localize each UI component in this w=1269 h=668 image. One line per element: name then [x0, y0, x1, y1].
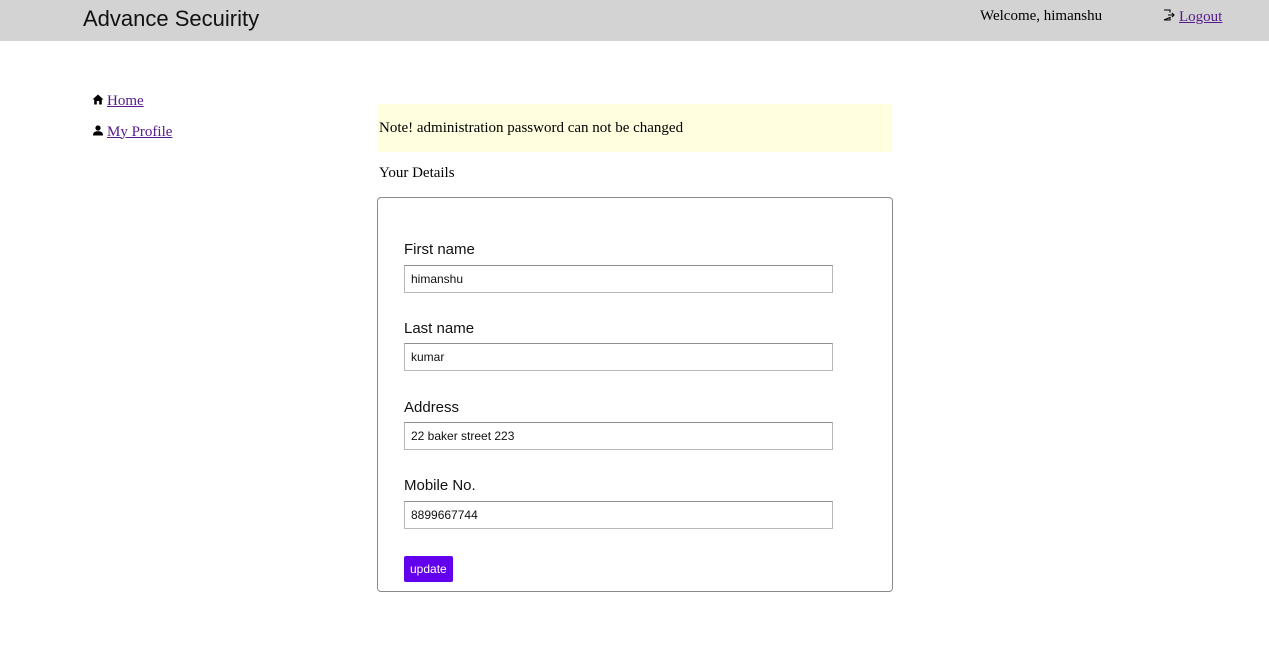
update-button[interactable]: update: [404, 556, 453, 582]
brand-title: Advance Secuirity: [83, 6, 260, 31]
mobile-label: Mobile No.: [404, 477, 476, 494]
details-form-card: First name Last name Address Mobile No. …: [377, 197, 893, 592]
mobile-input[interactable]: [404, 501, 833, 529]
home-icon: [92, 93, 107, 110]
sidebar-item-my-profile[interactable]: My Profile: [92, 122, 172, 142]
first-name-input[interactable]: [404, 265, 833, 293]
logout-icon: [1163, 9, 1179, 26]
logout-link[interactable]: Logout: [1163, 9, 1222, 26]
address-input[interactable]: [404, 422, 833, 450]
last-name-input[interactable]: [404, 343, 833, 371]
sidebar: Home My Profile: [92, 91, 172, 153]
sidebar-item-label[interactable]: Home: [107, 93, 144, 110]
section-title: Your Details: [379, 165, 455, 181]
first-name-label: First name: [404, 241, 475, 258]
last-name-label: Last name: [404, 320, 475, 337]
admin-note-banner: Note! administration password can not be…: [378, 104, 892, 152]
welcome-text: Welcome, himanshu: [980, 8, 1103, 24]
address-label: Address: [404, 399, 460, 416]
top-header: Advance Secuirity Welcome, himanshu Logo…: [0, 0, 1269, 41]
user-icon: [92, 124, 107, 141]
sidebar-item-label[interactable]: My Profile: [107, 124, 172, 141]
sidebar-item-home[interactable]: Home: [92, 91, 172, 111]
logout-label[interactable]: Logout: [1179, 9, 1222, 26]
